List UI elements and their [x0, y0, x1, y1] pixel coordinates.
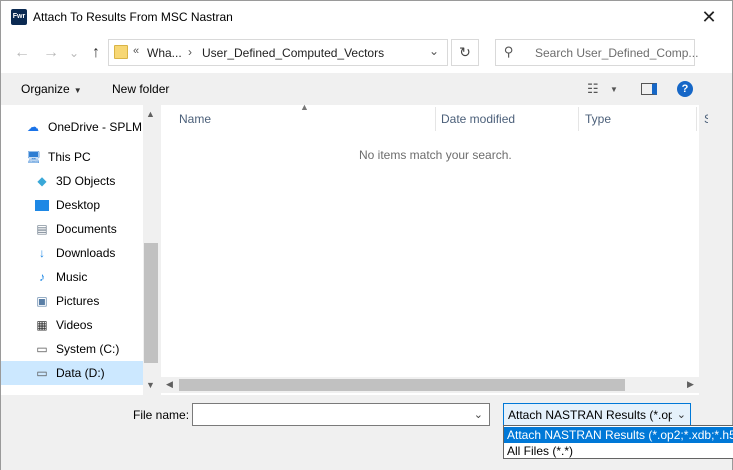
- column-divider[interactable]: [696, 107, 697, 131]
- scrollbar-thumb[interactable]: [144, 243, 158, 363]
- sidebar-item-label: Videos: [56, 318, 93, 332]
- caret-down-icon: ▼: [73, 86, 82, 95]
- scroll-right-icon[interactable]: ▶: [687, 379, 694, 390]
- file-type-selected: Attach NASTRAN Results (*.op2;*.xdb;*.h5…: [508, 408, 672, 422]
- sidebar-item-downloads[interactable]: ↓ Downloads: [1, 241, 143, 265]
- sidebar-item-videos[interactable]: ▦ Videos: [1, 313, 143, 337]
- file-name-label: File name:: [133, 408, 190, 422]
- breadcrumb-separator-icon[interactable]: ›: [188, 45, 192, 59]
- address-bar[interactable]: « Wha... › User_Defined_Computed_Vectors…: [108, 39, 448, 66]
- column-divider[interactable]: [435, 107, 436, 131]
- sidebar-item-label: This PC: [48, 150, 91, 164]
- chevron-down-icon[interactable]: ⌄: [429, 44, 439, 58]
- cloud-icon: ☁: [27, 120, 39, 134]
- address-overflow[interactable]: «: [133, 45, 139, 57]
- view-details-icon[interactable]: ☷: [587, 81, 599, 97]
- organize-label: Organize: [21, 82, 70, 96]
- up-arrow-icon[interactable]: ↑: [85, 43, 107, 63]
- navigation-pane: ☁ OneDrive - SPLM 🖥 This PC ◆ 3D Objects…: [1, 105, 159, 395]
- breadcrumb-segment[interactable]: User_Defined_Computed_Vectors: [202, 46, 384, 60]
- sidebar-item-label: Pictures: [56, 294, 100, 308]
- sidebar-item-documents[interactable]: ▤ Documents: [1, 217, 143, 241]
- sidebar-item-data-d[interactable]: ▭ Data (D:): [1, 361, 143, 385]
- forward-arrow-icon[interactable]: →: [40, 43, 62, 63]
- sidebar-item-label: OneDrive - SPLM: [48, 120, 143, 134]
- folder-icon: [114, 45, 128, 59]
- scroll-up-icon[interactable]: ▲: [146, 109, 155, 119]
- empty-message: No items match your search.: [359, 148, 512, 162]
- file-name-input[interactable]: ⌄: [192, 403, 490, 426]
- column-header-date-modified[interactable]: Date modified: [441, 105, 579, 133]
- computer-icon: 🖥: [26, 150, 42, 164]
- sidebar-item-label: Desktop: [56, 198, 101, 212]
- file-list-horizontal-scrollbar[interactable]: ◀ ▶: [161, 377, 699, 393]
- scroll-down-icon[interactable]: ▼: [146, 380, 155, 390]
- chevron-down-icon[interactable]: ⌄: [474, 408, 483, 421]
- cube-icon: ◆: [37, 174, 47, 188]
- close-button[interactable]: ✕: [686, 1, 732, 33]
- file-list: ▲ Name Date modified Type S No items mat…: [161, 102, 708, 395]
- sidebar-item-label: Data (D:): [56, 366, 105, 380]
- desktop-icon: [35, 200, 49, 211]
- sidebar-item-this-pc[interactable]: 🖥 This PC: [1, 145, 143, 169]
- view-options-caret-icon[interactable]: ▼: [610, 85, 618, 94]
- search-input[interactable]: Search User_Defined_Comp...: [535, 46, 698, 60]
- scroll-left-icon[interactable]: ◀: [166, 379, 173, 390]
- breadcrumb-segment[interactable]: Wha...: [147, 46, 182, 60]
- sidebar-item-label: Documents: [56, 222, 117, 236]
- dialog-title: Attach To Results From MSC Nastran: [33, 10, 233, 24]
- picture-icon: ▣: [36, 294, 48, 308]
- organize-button[interactable]: Organize ▼: [21, 82, 82, 96]
- preview-pane-icon[interactable]: [641, 83, 657, 95]
- document-icon: ▤: [36, 222, 48, 236]
- sidebar-item-music[interactable]: ♪ Music: [1, 265, 143, 289]
- new-folder-button[interactable]: New folder: [112, 82, 169, 96]
- sidebar-item-label: System (C:): [56, 342, 120, 356]
- column-header-type[interactable]: Type: [585, 105, 697, 133]
- title-bar: Fwr Attach To Results From MSC Nastran ✕: [1, 1, 732, 33]
- sidebar-item-onedrive[interactable]: ☁ OneDrive - SPLM: [1, 115, 143, 139]
- app-icon: Fwr: [11, 9, 27, 25]
- sidebar-item-label: Downloads: [56, 246, 116, 260]
- file-type-select[interactable]: Attach NASTRAN Results (*.op2;*.xdb;*.h5…: [503, 403, 691, 426]
- video-icon: ▦: [36, 318, 48, 332]
- download-icon: ↓: [39, 246, 45, 260]
- recent-locations-icon[interactable]: ⌄: [63, 43, 85, 63]
- back-arrow-icon[interactable]: ←: [11, 43, 33, 63]
- scrollbar-thumb[interactable]: [179, 379, 625, 391]
- drive-icon: ▭: [36, 342, 48, 356]
- help-icon[interactable]: ?: [677, 81, 693, 97]
- drive-icon: ▭: [36, 366, 48, 380]
- file-type-option[interactable]: Attach NASTRAN Results (*.op2;*.xdb;*.h5…: [504, 427, 733, 443]
- sidebar-item-system-c[interactable]: ▭ System (C:): [1, 337, 143, 361]
- chevron-down-icon[interactable]: ⌄: [677, 408, 686, 421]
- file-dialog: Fwr Attach To Results From MSC Nastran ✕…: [0, 0, 733, 470]
- file-type-option[interactable]: All Files (*.*): [504, 443, 733, 459]
- sidebar-item-desktop[interactable]: Desktop: [1, 193, 143, 217]
- sidebar-item-3d-objects[interactable]: ◆ 3D Objects: [1, 169, 143, 193]
- column-divider[interactable]: [578, 107, 579, 131]
- column-header-size[interactable]: S: [704, 105, 708, 133]
- file-type-dropdown: Attach NASTRAN Results (*.op2;*.xdb;*.h5…: [503, 425, 733, 459]
- sidebar-item-pictures[interactable]: ▣ Pictures: [1, 289, 143, 313]
- sidebar-scrollbar[interactable]: ▲ ▼: [143, 105, 159, 395]
- refresh-button[interactable]: ↻: [451, 39, 479, 66]
- column-header-name[interactable]: Name: [179, 105, 437, 133]
- command-bar: Organize ▼ New folder ☷ ▼ ?: [1, 73, 732, 105]
- navigation-bar: ← → ⌄ ↑ « Wha... › User_Defined_Computed…: [1, 33, 732, 73]
- sidebar-item-label: 3D Objects: [56, 174, 116, 188]
- search-box[interactable]: ⚲ Search User_Defined_Comp...: [495, 39, 698, 66]
- sidebar-item-label: Music: [56, 270, 88, 284]
- search-icon: ⚲: [504, 44, 514, 59]
- music-icon: ♪: [39, 270, 45, 284]
